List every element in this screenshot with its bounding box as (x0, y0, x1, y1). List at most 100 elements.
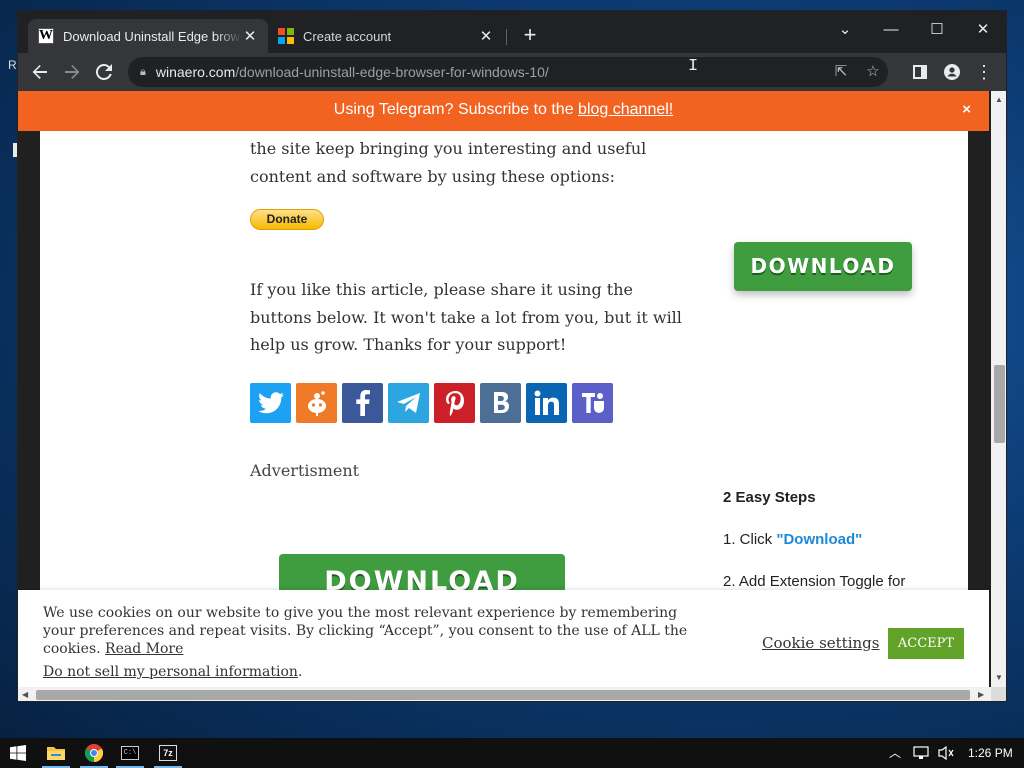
article-paragraph: If you like this article, please share i… (250, 280, 682, 354)
reload-icon (95, 63, 112, 80)
back-arrow-icon (32, 65, 47, 79)
network-ethernet-icon (913, 746, 929, 759)
volume-icon[interactable] (938, 738, 954, 768)
cookie-consent-banner: We use cookies on our website to give yo… (18, 590, 989, 687)
scroll-down-arrow-icon[interactable]: ▼ (995, 673, 1003, 682)
browser-toolbar: 🔒︎ winaero.com /download-uninstall-edge-… (18, 53, 1006, 91)
facebook-icon (355, 390, 370, 416)
step-2: 2. Add Extension Toggle for (723, 573, 906, 590)
tab-divider (506, 29, 507, 45)
scrollbar-corner (991, 687, 1006, 701)
horizontal-scroll-thumb[interactable] (36, 690, 970, 700)
file-explorer-taskbar-button[interactable] (38, 738, 74, 768)
forward-arrow-icon (65, 65, 80, 79)
teams-share-button[interactable] (572, 383, 613, 423)
menu-kebab-icon[interactable]: ⋮ (970, 58, 998, 86)
reddit-icon (307, 391, 326, 416)
clock[interactable]: 1:26 PM (968, 738, 1013, 768)
file-explorer-icon (47, 747, 65, 760)
network-icon[interactable] (913, 738, 929, 768)
tab-search-button[interactable]: ⌄ (822, 17, 868, 43)
do-not-sell-suffix: . (297, 664, 303, 680)
page-viewport: the site keep bringing you interesting a… (18, 91, 991, 687)
sidebar-download-button[interactable]: DOWNLOAD (734, 242, 912, 291)
url-path: /download-uninstall-edge-browser-for-win… (235, 64, 549, 80)
linkedin-share-button[interactable] (526, 383, 567, 423)
tab-winaero[interactable]: W Download Uninstall Edge browser for Wi… (28, 19, 268, 53)
accept-cookies-button[interactable]: ACCEPT (888, 628, 964, 659)
lock-icon: 🔒︎ (140, 65, 146, 78)
do-not-sell-link[interactable]: Do not sell my personal information (43, 664, 298, 680)
vertical-scroll-thumb[interactable] (994, 365, 1005, 443)
share-icon[interactable]: ⇱ (828, 57, 854, 87)
address-bar[interactable]: 🔒︎ winaero.com /download-uninstall-edge-… (128, 57, 888, 87)
cookie-message: We use cookies on our website to give yo… (43, 604, 693, 658)
pinterest-share-button[interactable] (434, 383, 475, 423)
profile-button[interactable] (938, 58, 966, 86)
tab-create-account[interactable]: Create account ✕ (268, 19, 504, 53)
side-panel-button[interactable] (906, 58, 934, 86)
close-tab-icon[interactable]: ✕ (478, 27, 494, 45)
new-tab-button[interactable]: + (518, 22, 542, 48)
scroll-up-arrow-icon[interactable]: ▲ (995, 95, 1003, 104)
twitter-share-button[interactable] (250, 383, 291, 423)
linkedin-icon (534, 390, 559, 415)
vk-share-button[interactable] (480, 383, 521, 423)
url-domain: winaero.com (155, 64, 236, 80)
step-1-download-link[interactable]: "Download" (776, 531, 862, 548)
scroll-left-arrow-icon[interactable]: ◀ (22, 690, 28, 699)
chrome-icon (85, 744, 103, 762)
close-tab-icon[interactable]: ✕ (242, 27, 258, 45)
minimize-button[interactable]: — (868, 17, 914, 43)
advertisment-label: Advertisment (250, 461, 360, 480)
close-icon[interactable]: × (962, 91, 971, 129)
start-button[interactable] (0, 738, 36, 768)
do-not-sell-row: Do not sell my personal information. (43, 664, 302, 680)
reddit-share-button[interactable] (296, 383, 337, 423)
teams-icon (581, 393, 604, 413)
share-buttons (250, 383, 613, 423)
close-window-button[interactable]: ✕ (960, 17, 1006, 43)
speaker-muted-icon (938, 745, 954, 761)
winaero-w-icon: W (38, 28, 54, 44)
telegram-text: Using Telegram? Subscribe to the (333, 101, 579, 118)
blog-channel-link[interactable]: blog channel! (578, 101, 673, 118)
bookmark-star-icon[interactable]: ☆ (860, 57, 886, 87)
maximize-button[interactable]: ☐ (914, 17, 960, 43)
profile-avatar-icon (944, 64, 960, 80)
7zip-icon: 7z (159, 745, 177, 761)
telegram-notification-bar: Using Telegram? Subscribe to the blog ch… (18, 91, 989, 131)
article-paragraph: the site keep bringing you interesting a… (250, 139, 647, 186)
telegram-share-button[interactable] (388, 383, 429, 423)
cmd-taskbar-button[interactable]: C:\ (112, 738, 148, 768)
facebook-share-button[interactable] (342, 383, 383, 423)
vk-b-icon (493, 392, 509, 413)
windows-start-icon (10, 745, 26, 761)
paypal-donate-button[interactable]: Donate (250, 209, 324, 230)
pinterest-icon (445, 391, 464, 416)
reload-button[interactable] (90, 58, 118, 86)
step-1-prefix: 1. Click (723, 531, 777, 548)
show-hidden-icons-chevron-icon[interactable]: ︿ (889, 738, 901, 768)
vertical-scrollbar[interactable]: ▲ ▼ (991, 91, 1006, 687)
7zip-taskbar-button[interactable]: 7z (150, 738, 186, 768)
twitter-icon (257, 392, 284, 414)
browser-window: W Download Uninstall Edge browser for Wi… (17, 10, 1007, 702)
horizontal-scrollbar[interactable]: ◀ ▶ (18, 687, 991, 701)
back-button[interactable] (26, 58, 54, 86)
show-desktop-button[interactable] (1012, 738, 1016, 768)
tab-title: Create account (303, 28, 392, 44)
tab-title: Download Uninstall Edge browser for Wind… (63, 28, 242, 44)
cookie-settings-link[interactable]: Cookie settings (762, 634, 879, 652)
read-more-link[interactable]: Read More (105, 641, 183, 657)
taskbar: C:\ 7z ︿ 1:26 PM (0, 738, 1024, 768)
telegram-icon (396, 393, 420, 413)
tab-strip: W Download Uninstall Edge browser for Wi… (18, 11, 1006, 53)
chrome-taskbar-button[interactable] (76, 738, 112, 768)
steps-title: 2 Easy Steps (723, 489, 816, 506)
microsoft-logo-icon (278, 28, 294, 44)
forward-button[interactable] (58, 58, 86, 86)
cmd-icon: C:\ (121, 746, 139, 760)
step-1: 1. Click "Download" (723, 531, 862, 548)
scroll-right-arrow-icon[interactable]: ▶ (978, 690, 984, 699)
